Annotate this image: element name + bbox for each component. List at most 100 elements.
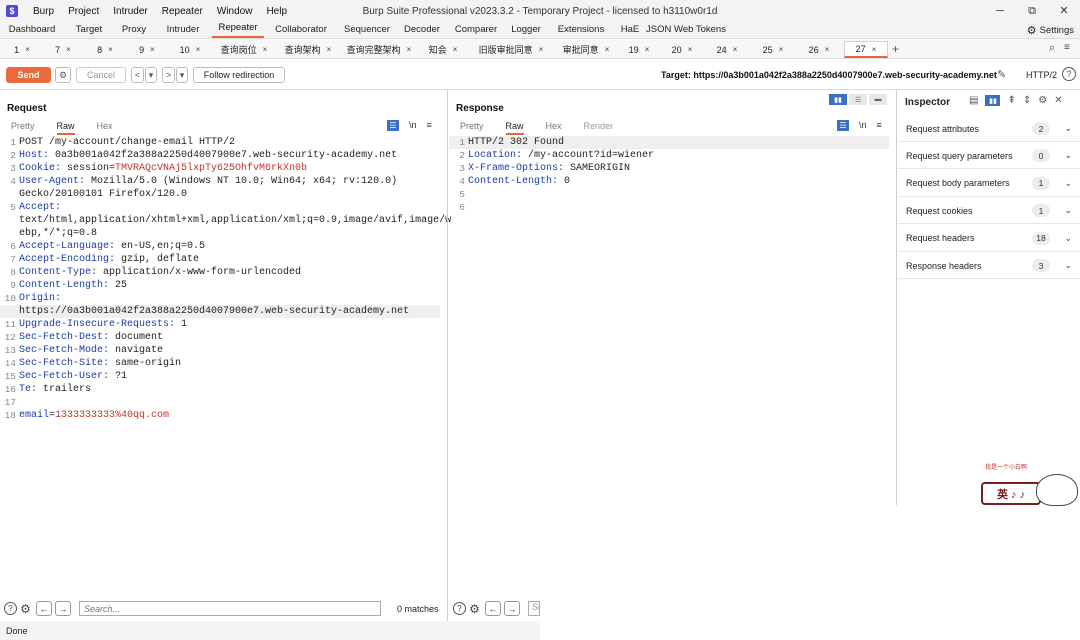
help-icon[interactable]: ?: [1062, 67, 1076, 81]
code-line[interactable]: 12 Sec-Fetch-Dest: document: [0, 331, 440, 344]
tab-logger[interactable]: Logger: [504, 24, 548, 38]
request-editor[interactable]: 1 POST /my-account/change-email HTTP/2 2 Ho…: [0, 136, 451, 422]
inspector-close-icon[interactable]: ✕: [1054, 95, 1062, 106]
settings-button[interactable]: ⚙ Settings: [1027, 24, 1074, 37]
follow-redirection-button[interactable]: Follow redirection: [193, 67, 285, 83]
menu-burp[interactable]: Burp: [33, 6, 54, 17]
tab-sequencer[interactable]: Sequencer: [338, 24, 396, 38]
close-tab-icon[interactable]: ×: [779, 45, 784, 54]
close-tab-icon[interactable]: ×: [407, 45, 412, 54]
repeater-tab[interactable]: 知会 ×: [420, 41, 466, 58]
repeater-tab[interactable]: 20 ×: [662, 41, 702, 58]
chevron-down-icon[interactable]: ⌄: [1064, 205, 1072, 216]
request-tab-hex[interactable]: Hex: [97, 121, 113, 135]
code-line[interactable]: 15 Sec-Fetch-User: ?1: [0, 370, 440, 383]
chevron-down-icon[interactable]: ⌄: [1064, 178, 1072, 189]
code-line[interactable]: 13 Sec-Fetch-Mode: navigate: [0, 344, 440, 357]
search-icon[interactable]: ⌕: [1049, 42, 1055, 55]
close-tab-icon[interactable]: ×: [645, 45, 650, 54]
inspector-section[interactable]: Request query parameters 0 ⌄: [898, 143, 1080, 170]
repeater-tab[interactable]: 25 ×: [752, 41, 794, 58]
repeater-tab[interactable]: 查询岗位 ×: [214, 41, 274, 58]
close-tab-icon[interactable]: ×: [25, 45, 30, 54]
repeater-tab[interactable]: 10 ×: [170, 41, 210, 58]
menu-project[interactable]: Project: [68, 6, 99, 17]
response-tab-render[interactable]: Render: [584, 121, 614, 135]
send-button[interactable]: Send: [6, 67, 51, 83]
response-search-gear-icon[interactable]: ⚙: [468, 602, 481, 616]
add-tab-icon[interactable]: +: [892, 42, 899, 56]
close-window-icon[interactable]: ✕: [1056, 3, 1072, 19]
cancel-button[interactable]: Cancel: [76, 67, 126, 83]
code-line[interactable]: 1 POST /my-account/change-email HTTP/2: [0, 136, 440, 149]
tab-target[interactable]: Target: [64, 24, 114, 38]
close-tab-icon[interactable]: ×: [733, 45, 738, 54]
close-tab-icon[interactable]: ×: [539, 45, 544, 54]
chevron-down-icon[interactable]: ⌄: [1064, 150, 1072, 161]
code-line[interactable]: Gecko/20100101 Firefox/120.0: [0, 188, 440, 201]
menu-icon[interactable]: ≡: [1064, 42, 1070, 53]
editor-menu-icon[interactable]: ≡: [427, 120, 432, 131]
code-line[interactable]: 10 Origin:: [0, 292, 440, 305]
close-tab-icon[interactable]: ×: [327, 45, 332, 54]
response-tab-raw[interactable]: Raw: [505, 121, 524, 135]
code-line[interactable]: 5 Accept:: [0, 201, 440, 214]
layout-top-bottom-icon[interactable]: ☰: [849, 94, 867, 105]
menu-window[interactable]: Window: [217, 6, 253, 17]
code-line[interactable]: 18 email=1333333333%40qq.com: [0, 409, 440, 422]
response-newlines-icon[interactable]: \n: [859, 120, 867, 131]
inspector-section[interactable]: Request attributes 2 ⌄: [898, 116, 1080, 142]
request-tab-pretty[interactable]: Pretty: [11, 121, 35, 135]
close-tab-icon[interactable]: ×: [196, 45, 201, 54]
menu-intruder[interactable]: Intruder: [113, 6, 147, 17]
code-line[interactable]: 16 Te: trailers: [0, 383, 440, 396]
tab-collaborator[interactable]: Collaborator: [264, 24, 338, 38]
repeater-tab[interactable]: 查询完整架构 ×: [342, 41, 416, 58]
tab-extensions[interactable]: Extensions: [548, 24, 614, 38]
code-line[interactable]: 11 Upgrade-Insecure-Requests: 1: [0, 318, 440, 331]
code-line[interactable]: 7 Accept-Encoding: gzip, deflate: [0, 253, 440, 266]
request-search-input[interactable]: [79, 601, 381, 616]
code-line[interactable]: 17: [0, 396, 440, 409]
chevron-down-icon[interactable]: ⌄: [1064, 260, 1072, 271]
forward-history-dropdown[interactable]: ▾: [176, 67, 188, 83]
inspector-section[interactable]: Request body parameters 1 ⌄: [898, 171, 1080, 197]
request-tab-raw[interactable]: Raw: [56, 121, 75, 135]
collapse-icon[interactable]: ⇕: [1023, 95, 1031, 106]
tab-proxy[interactable]: Proxy: [114, 24, 154, 38]
code-line[interactable]: 8 Content-Type: application/x-www-form-ur…: [0, 266, 440, 279]
code-line[interactable]: text/html,application/xhtml+xml,applicat…: [0, 214, 451, 227]
close-tab-icon[interactable]: ×: [263, 45, 268, 54]
close-tab-icon[interactable]: ×: [825, 45, 830, 54]
tab-json-web-tokens[interactable]: JSON Web Tokens: [646, 24, 726, 38]
layout-side-by-side-icon[interactable]: ▮▮: [829, 94, 847, 105]
message-actions-icon[interactable]: ☰: [387, 120, 399, 131]
code-line[interactable]: 9 Content-Length: 25: [0, 279, 440, 292]
code-line[interactable]: 3 X-Frame-Options: SAMEORIGIN: [449, 162, 889, 175]
response-tab-hex[interactable]: Hex: [546, 121, 562, 135]
response-previous-match-icon[interactable]: ←: [485, 601, 501, 616]
code-line[interactable]: 3 Cookie: session=TMVRAQcVNAj5lxpTy625Ohf…: [0, 162, 440, 175]
inspector-settings-gear-icon[interactable]: ⚙: [1038, 95, 1047, 106]
repeater-tab[interactable]: 24 ×: [706, 41, 748, 58]
inspector-section[interactable]: Request headers 18 ⌄: [898, 226, 1080, 252]
close-tab-icon[interactable]: ×: [605, 45, 610, 54]
tab-decoder[interactable]: Decoder: [396, 24, 448, 38]
code-line[interactable]: 2 Location: /my-account?id=wiener: [449, 149, 889, 162]
search-settings-gear-icon[interactable]: ⚙: [19, 602, 32, 616]
response-search-help-icon[interactable]: ?: [453, 602, 466, 615]
repeater-tab[interactable]: 1 ×: [4, 41, 40, 58]
code-line[interactable]: 5: [449, 188, 889, 201]
repeater-tab[interactable]: 查询架构 ×: [278, 41, 338, 58]
repeater-tab[interactable]: 26 ×: [798, 41, 840, 58]
inspector-layout-split-icon[interactable]: ▮▮: [985, 95, 1001, 106]
response-search-input[interactable]: Se: [528, 601, 540, 616]
close-tab-icon[interactable]: ×: [150, 45, 155, 54]
response-actions-icon[interactable]: ☰: [837, 120, 849, 131]
show-newlines-icon[interactable]: \n: [409, 120, 417, 131]
minimize-icon[interactable]: ─: [992, 3, 1008, 19]
code-line[interactable]: 1 HTTP/2 302 Found: [449, 136, 889, 149]
tab-intruder[interactable]: Intruder: [154, 24, 212, 38]
code-line[interactable]: 6: [449, 201, 889, 214]
http-version-toggle[interactable]: HTTP/2: [1026, 70, 1057, 80]
